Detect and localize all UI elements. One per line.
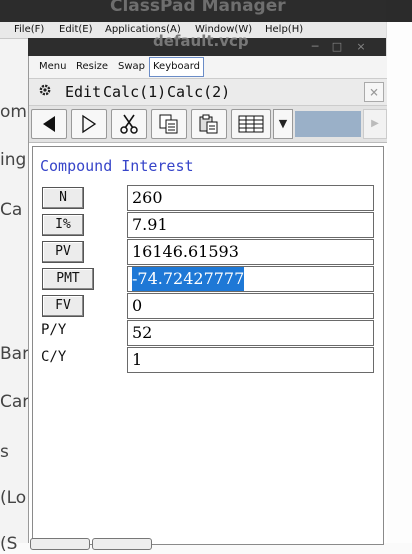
- right-arrow-icon[interactable]: [71, 109, 107, 139]
- pane-close-icon[interactable]: ×: [364, 82, 384, 102]
- bg-fragment: Ca: [0, 200, 23, 220]
- app-menu-calc1[interactable]: Calc(1): [103, 83, 166, 101]
- background-titlebar: ClassPad Manager: [0, 0, 412, 22]
- app-menu-calc2[interactable]: Calc(2): [167, 83, 230, 101]
- left-arrow-icon[interactable]: [31, 109, 67, 139]
- bg-fragment: Bar: [0, 344, 30, 364]
- fv-field[interactable]: 0: [127, 293, 374, 319]
- menu-help[interactable]: Help(H): [265, 24, 303, 35]
- toolbar-scroll-right-icon[interactable]: ▶: [363, 109, 387, 139]
- pmt-selected-value: -74.72427777: [132, 267, 245, 291]
- gear-icon[interactable]: [38, 83, 52, 101]
- cy-label: C/Y: [41, 349, 67, 365]
- tab-keyboard[interactable]: Keyboard: [149, 57, 205, 77]
- fv-button[interactable]: FV: [42, 295, 84, 317]
- app-menu-edit[interactable]: Edit: [65, 83, 101, 101]
- background-app-title: ClassPad Manager: [110, 0, 286, 16]
- dropdown-arrow-icon[interactable]: ▼: [273, 109, 293, 139]
- bg-fragment: s: [0, 442, 9, 462]
- tab-resize[interactable]: Resize: [76, 61, 108, 72]
- toolbar-spacer: [295, 111, 361, 137]
- bg-fragment: (S: [0, 534, 18, 554]
- bg-fragment: (Lo: [0, 488, 27, 508]
- maximize-icon[interactable]: □: [330, 40, 344, 54]
- document-title: default.vcp: [153, 32, 249, 50]
- page-title: Compound Interest: [40, 157, 194, 175]
- interest-button[interactable]: I%: [42, 214, 84, 236]
- py-label: P/Y: [41, 322, 67, 338]
- pv-button[interactable]: PV: [42, 241, 84, 263]
- minimize-icon[interactable]: ─: [308, 40, 322, 54]
- n-button[interactable]: N: [42, 187, 84, 209]
- scissors-icon[interactable]: [111, 109, 147, 139]
- tab-swap[interactable]: Swap: [118, 61, 145, 72]
- copy-icon[interactable]: [151, 109, 187, 139]
- interest-field[interactable]: 7.91: [127, 212, 374, 238]
- close-icon[interactable]: ×: [354, 40, 368, 54]
- financial-pane: Compound Interest N 260 I% 7.91 PV 16146…: [32, 146, 384, 545]
- paste-icon[interactable]: [191, 109, 227, 139]
- pv-field[interactable]: 16146.61593: [127, 239, 374, 265]
- bottom-tab[interactable]: [92, 538, 152, 550]
- bottom-tab[interactable]: [30, 538, 90, 550]
- bg-fragment: ing: [0, 150, 27, 170]
- classpad-window: Menu Resize Swap Keyboard Edit Calc(1) C…: [28, 56, 387, 545]
- spreadsheet-icon[interactable]: [231, 109, 271, 139]
- window-tabs: Menu Resize Swap Keyboard: [29, 56, 387, 79]
- document-titlebar: default.vcp ─ □ ×: [28, 32, 386, 56]
- n-field[interactable]: 260: [127, 185, 374, 211]
- menu-file[interactable]: File(F): [14, 24, 44, 35]
- pmt-button[interactable]: PMT: [42, 268, 94, 290]
- toolbar: ▼ ▶: [29, 106, 387, 143]
- background-right-panel: [386, 22, 412, 543]
- background-left-panel: omo ing Ca Bar Car s (Lo (S: [0, 22, 37, 554]
- py-field[interactable]: 52: [127, 320, 374, 346]
- app-menu-bar: Edit Calc(1) Calc(2) ×: [29, 79, 387, 106]
- cy-field[interactable]: 1: [127, 347, 374, 373]
- tab-menu[interactable]: Menu: [39, 61, 66, 72]
- bg-fragment: Car: [0, 392, 30, 412]
- pmt-field[interactable]: -74.72427777: [127, 266, 374, 292]
- menu-edit[interactable]: Edit(E): [59, 24, 93, 35]
